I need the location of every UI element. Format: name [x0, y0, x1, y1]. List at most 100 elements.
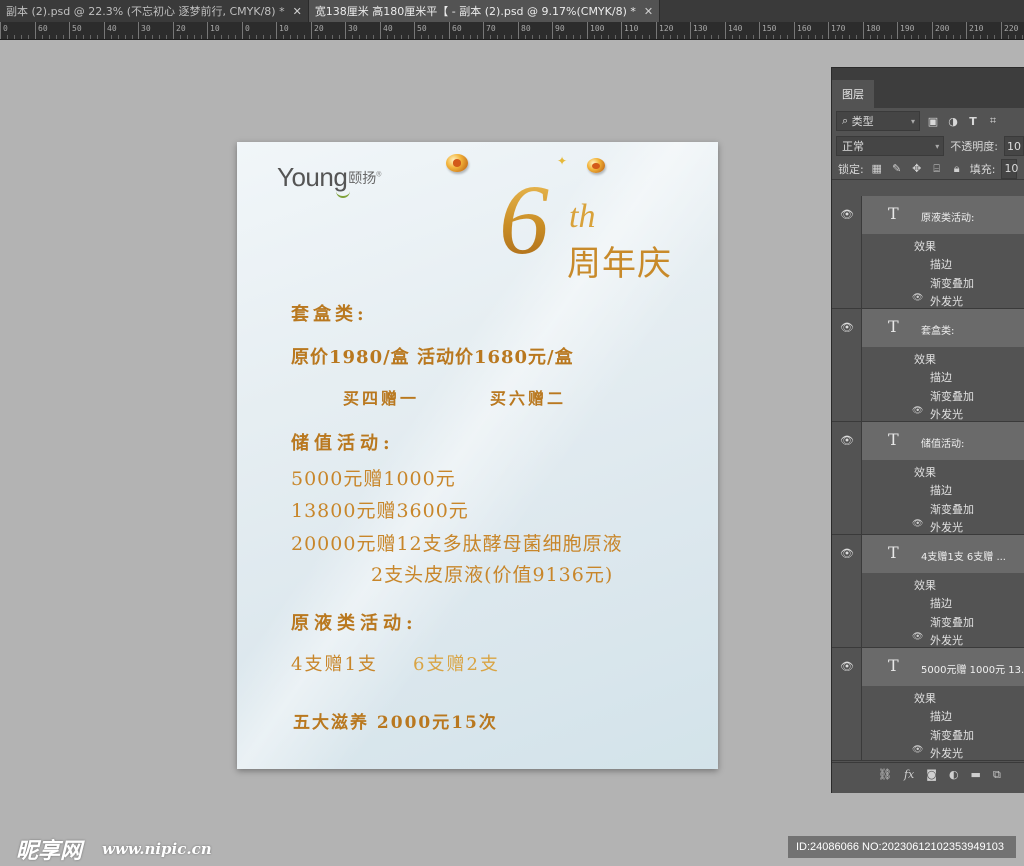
effects-label[interactable]: 效果: [914, 690, 936, 706]
effect-outer-glow[interactable]: 外发光: [930, 632, 963, 648]
visibility-eye-icon[interactable]: 👁︎: [840, 660, 854, 673]
close-tab-2-icon[interactable]: ✕: [644, 5, 653, 18]
effect-gradient-overlay[interactable]: 渐变叠加: [930, 275, 974, 291]
section-deposit-title: 储值活动:: [291, 433, 395, 454]
visibility-eye-icon[interactable]: 👁︎: [840, 208, 854, 221]
lock-brush-icon[interactable]: ✎: [890, 162, 904, 175]
close-tab-1-icon[interactable]: ✕: [293, 5, 302, 18]
ruler-tick: 70: [483, 22, 496, 39]
effects-label[interactable]: 效果: [914, 351, 936, 367]
layer-row[interactable]: 👁︎ T 储值活动: 效果 描边 渐变叠加 👁︎ 外发光: [832, 422, 1024, 535]
ruler-tick: 170: [828, 22, 845, 39]
effects-label[interactable]: 效果: [914, 464, 936, 480]
document-tab-bar: 副本 (2).psd @ 22.3% (不忘初心 逐梦前行, CMYK/8) *…: [0, 0, 1024, 22]
boxset-offer-1: 买四赠一: [343, 389, 420, 408]
fill-input[interactable]: 10: [1001, 158, 1019, 179]
anniversary-label: 周年庆: [567, 244, 672, 284]
lock-all-icon[interactable]: 🔒︎: [950, 162, 964, 176]
effect-stroke[interactable]: 描边: [930, 482, 952, 498]
ruler-tick-label: 200: [935, 24, 950, 33]
deposit-offer-1: 5000元赠1000元: [291, 468, 456, 490]
add-mask-icon[interactable]: ◙: [926, 768, 937, 781]
effect-stroke[interactable]: 描边: [930, 369, 952, 385]
effect-visibility-eye-icon[interactable]: 👁︎: [912, 519, 923, 529]
link-layers-icon[interactable]: ⛓: [878, 768, 892, 781]
effect-visibility-eye-icon[interactable]: 👁︎: [912, 745, 923, 755]
blend-mode-select[interactable]: 正常 ▾: [836, 136, 945, 156]
ruler-tick: 60: [35, 22, 48, 39]
ruler-tick: 20: [311, 22, 324, 39]
ruler-tick-label: 40: [107, 24, 117, 33]
deposit-offer-3: 20000元赠12支多肽酵母菌细胞原液: [291, 533, 623, 555]
effect-stroke[interactable]: 描边: [930, 256, 952, 272]
layer-name[interactable]: 原液类活动:: [921, 209, 974, 224]
layer-row[interactable]: 👁︎ T 原液类活动: 效果 描边 渐变叠加 👁︎ 外发光: [832, 196, 1024, 309]
effect-gradient-overlay[interactable]: 渐变叠加: [930, 727, 974, 743]
lock-artboard-icon[interactable]: ⌸: [930, 162, 944, 176]
ruler-tick-label: 190: [900, 24, 915, 33]
document-tab-2[interactable]: 宽138厘米 高180厘米平【 - 副本 (2).psd @ 9.17%(CMY…: [308, 0, 661, 22]
layer-filter-select[interactable]: ⌕ 类型 ▾: [836, 111, 920, 131]
gold-bead-icon: [587, 158, 605, 173]
ruler-tick: 30: [138, 22, 151, 39]
ruler-tick-label: 170: [831, 24, 846, 33]
effect-gradient-overlay[interactable]: 渐变叠加: [930, 614, 974, 630]
lock-position-icon[interactable]: ✥: [910, 162, 924, 175]
effect-stroke[interactable]: 描边: [930, 708, 952, 724]
document-tab-1[interactable]: 副本 (2).psd @ 22.3% (不忘初心 逐梦前行, CMYK/8) *…: [0, 0, 309, 22]
layer-style-icon[interactable]: fx: [904, 768, 914, 781]
logo-cn: 颐扬: [348, 170, 377, 186]
effect-outer-glow[interactable]: 外发光: [930, 406, 963, 422]
ruler-tick-label: 60: [38, 24, 48, 33]
ruler-tick-label: 210: [969, 24, 984, 33]
layer-name[interactable]: 5000元赠 1000元 13...: [921, 661, 1024, 676]
effect-stroke[interactable]: 描边: [930, 595, 952, 611]
effects-label[interactable]: 效果: [914, 238, 936, 254]
visibility-eye-icon[interactable]: 👁︎: [840, 434, 854, 447]
ruler-tick-label: 70: [486, 24, 496, 33]
effect-visibility-eye-icon[interactable]: 👁︎: [912, 406, 923, 416]
ruler-tick: 190: [897, 22, 914, 39]
ruler-tick-label: 130: [693, 24, 708, 33]
layer-row[interactable]: 👁︎ T 套盒类: 效果 描边 渐变叠加 👁︎ 外发光: [832, 309, 1024, 422]
ruler-tick-label: 160: [797, 24, 812, 33]
shape-filter-icon[interactable]: ⌗: [986, 114, 1000, 128]
effect-outer-glow[interactable]: 外发光: [930, 519, 963, 535]
effect-gradient-overlay[interactable]: 渐变叠加: [930, 501, 974, 517]
image-filter-icon[interactable]: ▣: [926, 114, 940, 128]
document-canvas[interactable]: Young颐扬® ✦ 6 th 周年庆 套盒类: 原价1980/盒 活动价168…: [237, 142, 718, 769]
visibility-eye-icon[interactable]: 👁︎: [840, 321, 854, 334]
effect-gradient-overlay[interactable]: 渐变叠加: [930, 388, 974, 404]
ruler-tick: 40: [380, 22, 393, 39]
layer-name[interactable]: 4支赠1支 6支赠 ...: [921, 548, 1006, 563]
visibility-eye-icon[interactable]: 👁︎: [840, 547, 854, 560]
new-group-icon[interactable]: ▬: [971, 768, 981, 781]
effect-outer-glow[interactable]: 外发光: [930, 293, 963, 309]
type-filter-icon[interactable]: T: [966, 114, 980, 128]
opacity-input[interactable]: 10: [1004, 136, 1024, 156]
ruler-tick-label: 110: [624, 24, 639, 33]
ruler-tick-label: 10: [210, 24, 220, 33]
ruler-tick: 200: [932, 22, 949, 39]
effect-visibility-eye-icon[interactable]: 👁︎: [912, 632, 923, 642]
tab-layers[interactable]: 图层: [832, 80, 874, 108]
text-layer-icon: T: [888, 656, 899, 675]
ruler-tick: 10: [207, 22, 220, 39]
effect-outer-glow[interactable]: 外发光: [930, 745, 963, 761]
effect-visibility-eye-icon[interactable]: 👁︎: [912, 293, 923, 303]
effects-label[interactable]: 效果: [914, 577, 936, 593]
fill-value: 10: [1004, 162, 1019, 175]
layers-panel-footer: ⛓ fx ◙ ◐ ▬ ⧉: [832, 762, 1024, 786]
layer-name[interactable]: 套盒类:: [921, 322, 954, 337]
ruler-tick: 80: [518, 22, 531, 39]
new-layer-icon[interactable]: ⧉: [993, 768, 1001, 782]
adjustment-filter-icon[interactable]: ◑: [946, 114, 960, 128]
panel-header-strip[interactable]: [832, 68, 1024, 80]
layer-row[interactable]: 👁︎ T 5000元赠 1000元 13... 效果 描边 渐变叠加 👁︎ 外发…: [832, 648, 1024, 761]
layer-name[interactable]: 储值活动:: [921, 435, 964, 450]
lock-transparent-icon[interactable]: ▦: [870, 162, 884, 175]
adjustment-layer-icon[interactable]: ◐: [949, 768, 959, 781]
layer-row[interactable]: 👁︎ T 4支赠1支 6支赠 ... 效果 描边 渐变叠加 👁︎ 外发光: [832, 535, 1024, 648]
ruler-tick: 90: [552, 22, 565, 39]
horizontal-ruler[interactable]: 0 60 50 40 30 20 10 0 10 20 30 40 50 60 70 80 90 100 110 12…: [0, 22, 1024, 40]
